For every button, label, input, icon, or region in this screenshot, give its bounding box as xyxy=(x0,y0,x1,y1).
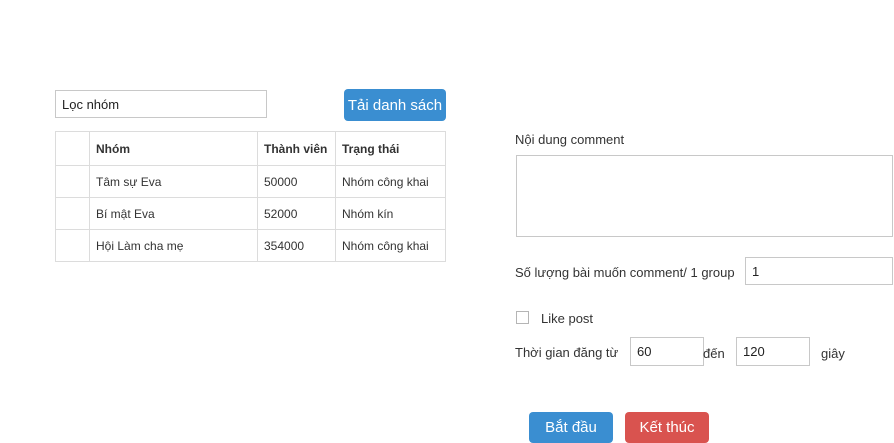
delay-to-input[interactable] xyxy=(736,337,810,366)
table-row[interactable]: Hội Làm cha mẹ 354000 Nhóm công khai xyxy=(55,229,446,262)
delay-unit-label: giây xyxy=(821,346,845,361)
group-name-cell: Tâm sự Eva xyxy=(89,165,258,198)
delay-to-label: đến xyxy=(703,346,725,361)
group-name-cell: Hội Làm cha mẹ xyxy=(89,229,258,262)
status-cell: Nhóm công khai xyxy=(335,229,446,262)
group-filter-input[interactable] xyxy=(55,90,267,118)
row-select-cell[interactable] xyxy=(55,165,90,198)
post-count-label: Số lượng bài muốn comment/ 1 group xyxy=(515,265,735,280)
row-select-cell[interactable] xyxy=(55,229,90,262)
groups-table: Nhóm Thành viên Trạng thái Tâm sự Eva 50… xyxy=(55,131,446,262)
timing-label: Thời gian đăng từ xyxy=(515,345,619,360)
group-name-cell: Bí mật Eva xyxy=(89,197,258,230)
status-cell: Nhóm kín xyxy=(335,197,446,230)
row-select-cell[interactable] xyxy=(55,197,90,230)
table-row[interactable]: Tâm sự Eva 50000 Nhóm công khai xyxy=(55,165,446,198)
members-cell: 354000 xyxy=(257,229,336,262)
table-row[interactable]: Bí mật Eva 52000 Nhóm kín xyxy=(55,197,446,230)
post-count-input[interactable] xyxy=(745,257,893,285)
group-column-header[interactable]: Nhóm xyxy=(89,131,258,166)
load-list-button[interactable]: Tải danh sách xyxy=(344,89,446,121)
stop-button[interactable]: Kết thúc xyxy=(625,412,709,443)
status-cell: Nhóm công khai xyxy=(335,165,446,198)
delay-from-input[interactable] xyxy=(630,337,704,366)
members-cell: 50000 xyxy=(257,165,336,198)
members-cell: 52000 xyxy=(257,197,336,230)
comment-label: Nội dung comment xyxy=(515,132,625,147)
members-column-header[interactable]: Thành viên xyxy=(257,131,336,166)
start-button[interactable]: Bắt đầu xyxy=(529,412,613,443)
table-header-row: Nhóm Thành viên Trạng thái xyxy=(55,131,446,166)
like-post-checkbox[interactable] xyxy=(516,311,529,324)
select-column-header xyxy=(55,131,90,166)
comment-textarea[interactable] xyxy=(516,155,893,237)
like-post-label[interactable]: Like post xyxy=(541,311,593,326)
status-column-header[interactable]: Trạng thái xyxy=(335,131,446,166)
